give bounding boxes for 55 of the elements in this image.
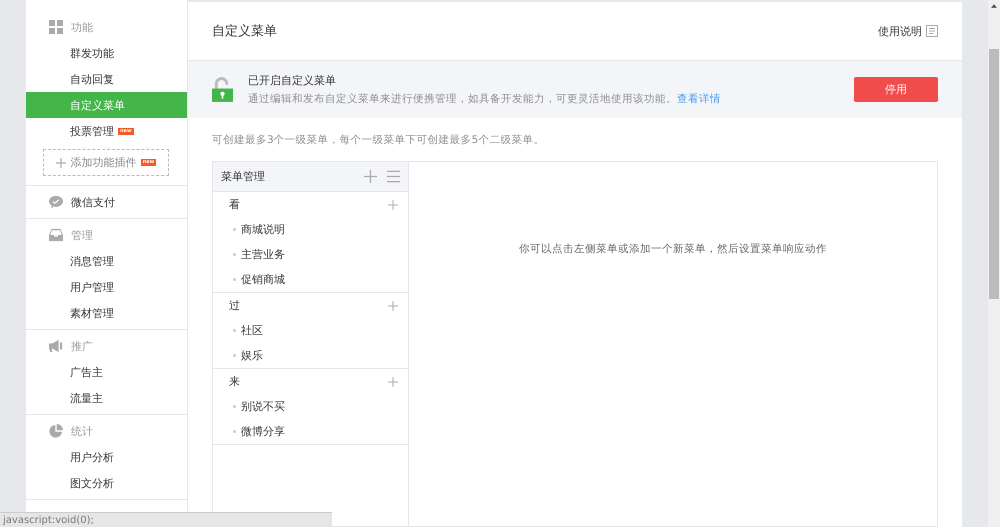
help-link[interactable]: 使用说明 [878, 24, 938, 38]
submenu-item[interactable]: 主营业务 [241, 247, 285, 262]
nav-item[interactable]: 素材管理 [26, 300, 187, 326]
nav-section-title: 统计 [71, 424, 93, 438]
menu-limit-hint: 可创建最多3个一级菜单，每个一级菜单下可创建最多5个二级菜单。 [212, 133, 546, 147]
scroll-up-icon[interactable] [991, 4, 997, 8]
add-icon[interactable] [388, 376, 398, 386]
add-icon[interactable] [364, 170, 377, 183]
grid-icon [49, 20, 63, 34]
nav-item[interactable]: 广告主 [26, 359, 187, 385]
submenu-item[interactable]: 娱乐 [241, 348, 263, 363]
bullet-icon [233, 329, 236, 332]
page-title: 自定义菜单 [212, 23, 277, 40]
bullet-icon [233, 228, 236, 231]
nav-item[interactable]: 用户管理 [26, 274, 187, 300]
bullet-icon [233, 430, 236, 433]
menu-panel-title: 菜单管理 [221, 169, 266, 184]
add-icon[interactable] [388, 200, 398, 210]
bullet-icon [233, 405, 236, 408]
nav-item[interactable]: 流量主 [26, 385, 187, 411]
nav-item[interactable]: 消息管理 [26, 248, 187, 274]
submenu-item[interactable]: 微博分享 [241, 424, 285, 439]
nav-section-title: 推广 [71, 338, 93, 354]
unlocked-padlock-icon [212, 77, 233, 102]
submenu-item[interactable]: 促销商城 [241, 272, 285, 287]
nav-item[interactable]: 图文分析 [26, 470, 187, 496]
chat-check-icon [49, 195, 63, 209]
menu-icon[interactable] [387, 170, 400, 183]
pie-chart-icon [49, 424, 63, 438]
menu-item[interactable]: 来 [229, 374, 240, 389]
disable-button[interactable]: 停用 [854, 77, 938, 102]
nav-item[interactable]: 群发功能 [26, 40, 187, 66]
submenu-item[interactable]: 商城说明 [241, 222, 285, 237]
submenu-item[interactable]: 别说不买 [241, 399, 285, 414]
document-icon [926, 25, 938, 37]
bullet-icon [233, 253, 236, 256]
nav-section-title: 管理 [71, 228, 93, 242]
nav-item[interactable]: 用户分析 [26, 444, 187, 470]
notice-text: 通过编辑和发布自定义菜单来进行便携管理，如具备开发能力，可更灵活地使用该功能。查看详情 [248, 92, 722, 106]
menu-item[interactable]: 看 [229, 197, 240, 212]
nav-section-title: 功能 [71, 20, 93, 34]
bullet-icon [233, 354, 236, 357]
empty-state-message: 你可以点击左侧菜单或添加一个新菜单，然后设置菜单响应动作 [519, 242, 827, 257]
bullet-icon [233, 278, 236, 281]
nav-item[interactable]: 自动回复 [26, 66, 187, 92]
submenu-item[interactable]: 社区 [241, 323, 263, 338]
add-icon[interactable] [388, 300, 398, 310]
nav-section-title[interactable]: 微信支付 [71, 194, 115, 210]
inbox-icon [49, 228, 63, 242]
plus-icon [56, 158, 66, 168]
status-url: javascript:void(0); [3, 514, 94, 526]
notice-title: 已开启自定义菜单 [248, 73, 337, 88]
scrollbar-thumb[interactable] [989, 49, 999, 299]
menu-item[interactable]: 过 [229, 298, 240, 313]
megaphone-icon [49, 339, 63, 353]
